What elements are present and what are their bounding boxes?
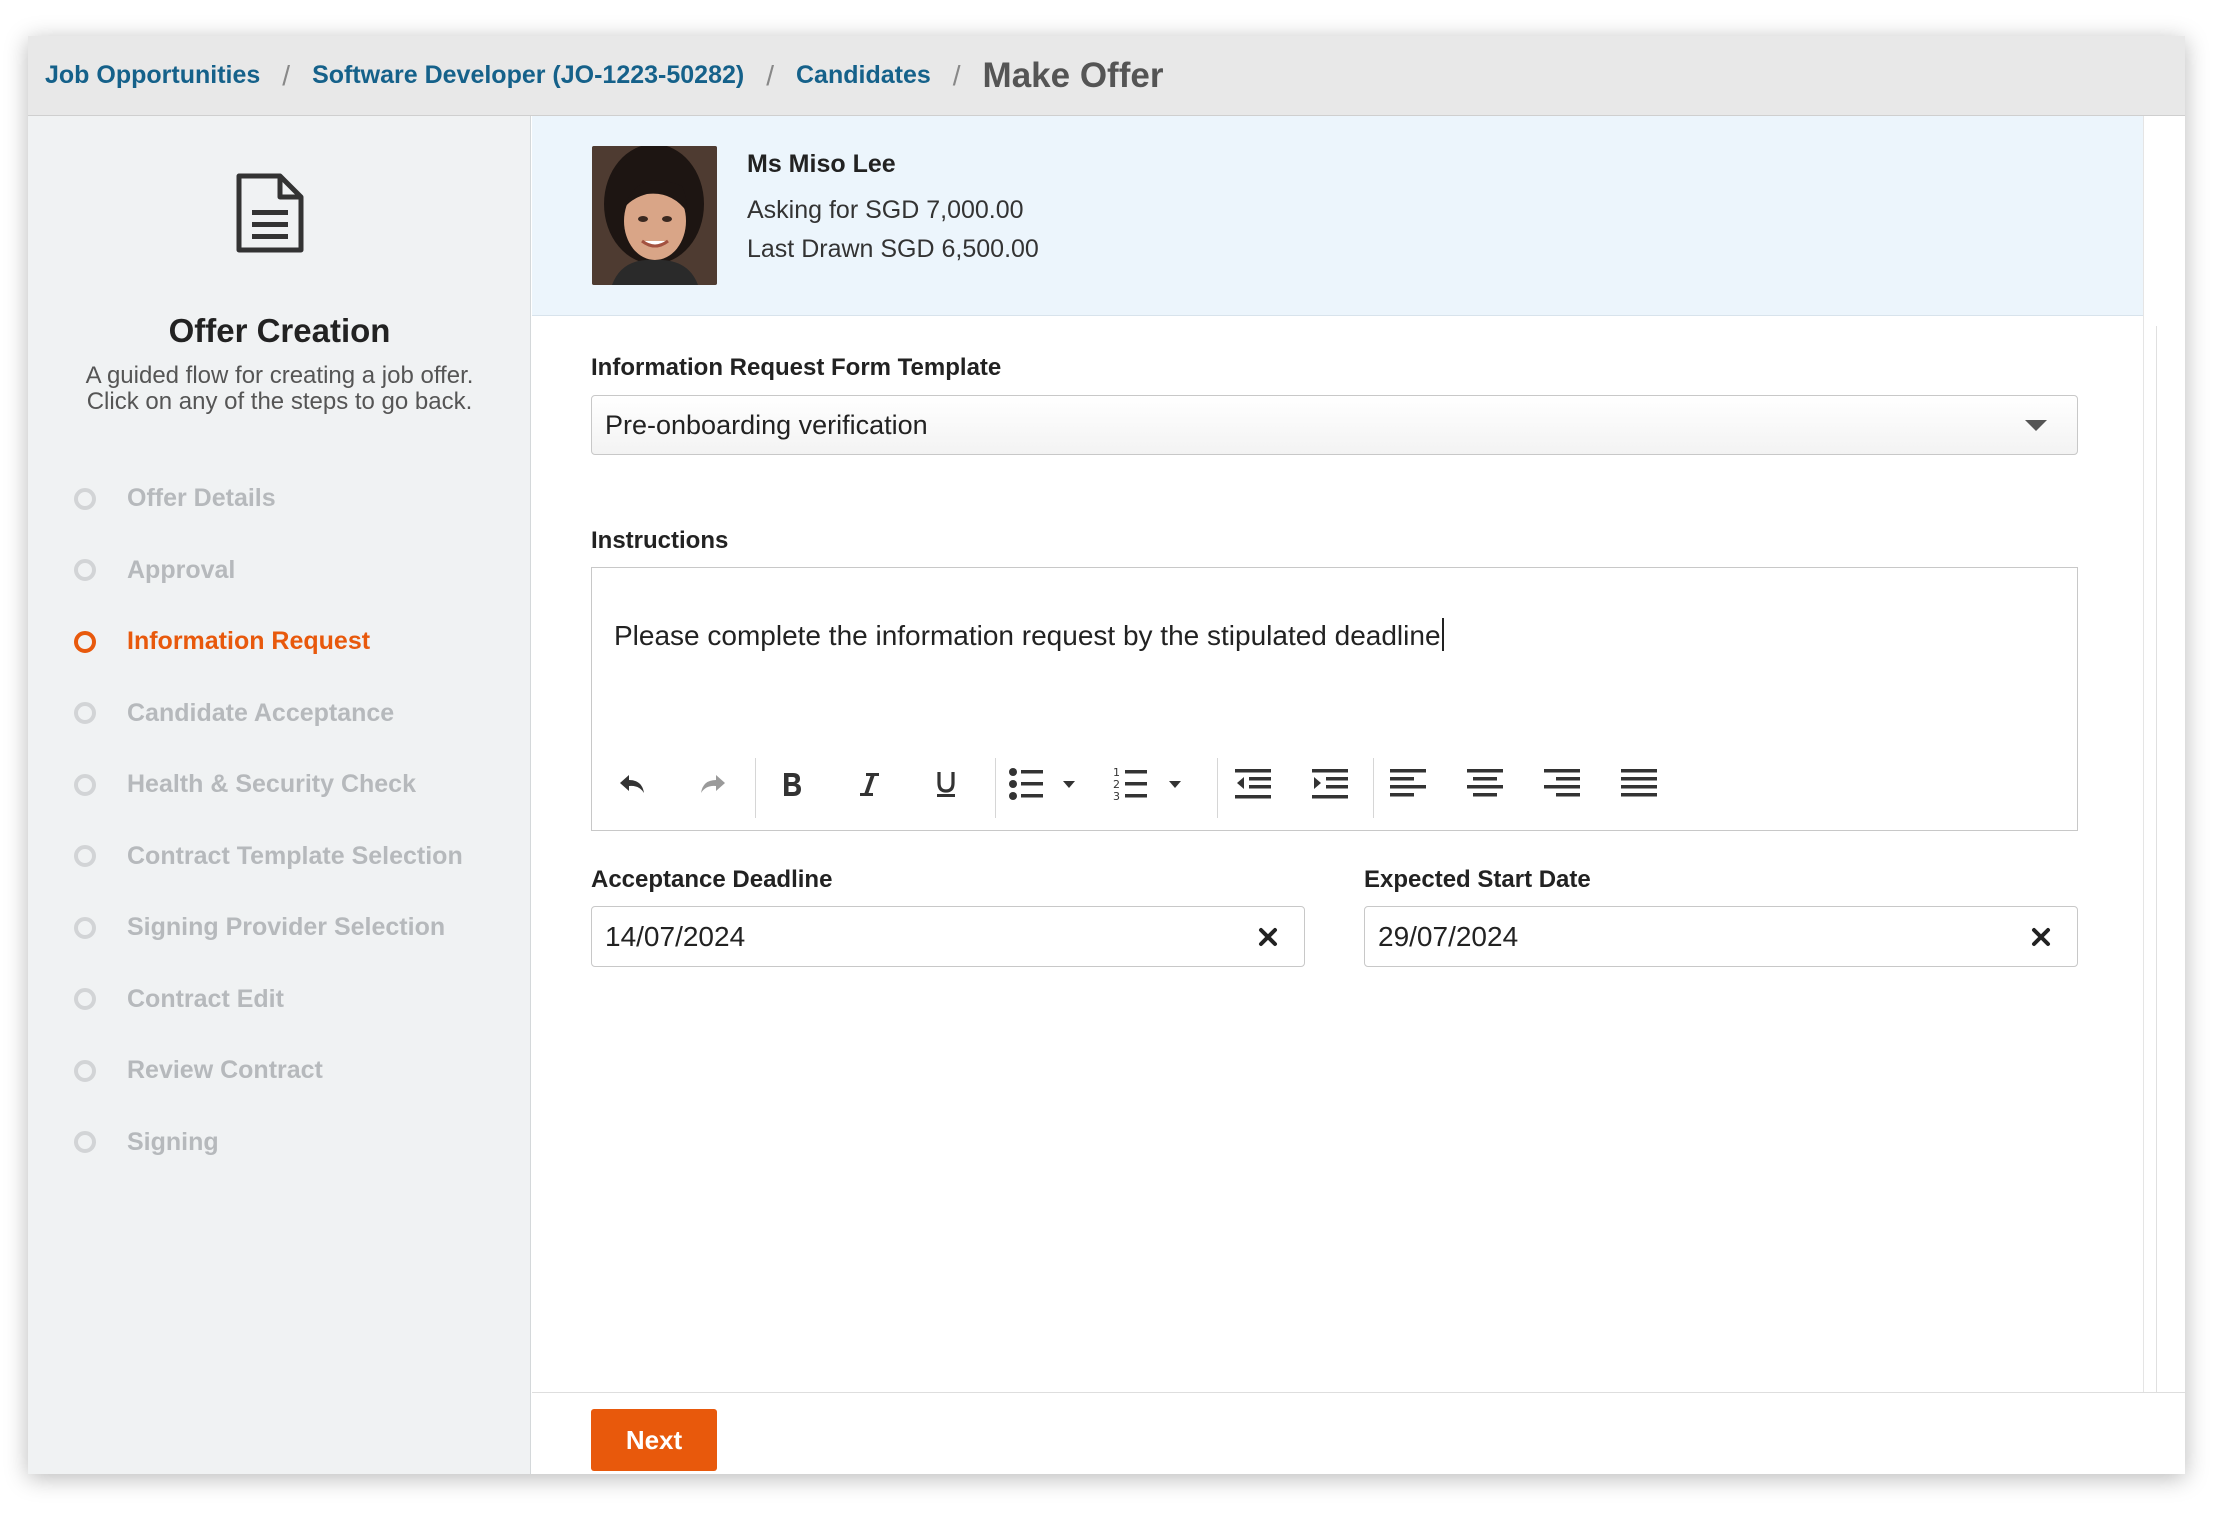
template-select-value: Pre-onboarding verification	[605, 409, 928, 440]
expected-start-date-value: 29/07/2024	[1378, 920, 1519, 952]
align-left-icon[interactable]	[1384, 760, 1432, 808]
editor-toolbar: 123	[592, 748, 2077, 820]
breadcrumb-candidates[interactable]: Candidates	[796, 61, 931, 90]
instructions-text-content: Please complete the information request …	[614, 620, 1441, 651]
indent-icon[interactable]	[1306, 760, 1354, 808]
template-select[interactable]: Pre-onboarding verification	[591, 395, 2078, 455]
sidebar-title: Offer Creation	[168, 312, 391, 349]
toolbar-separator	[995, 758, 996, 818]
toolbar-separator	[1373, 758, 1374, 818]
acceptance-deadline-field[interactable]: 14/07/2024	[591, 906, 1305, 967]
instructions-editor[interactable]: Please complete the information request …	[591, 567, 2078, 831]
avatar	[592, 146, 717, 285]
breadcrumb-job[interactable]: Software Developer (JO-1223-50282)	[312, 61, 744, 90]
step-label: Signing	[127, 1127, 219, 1156]
step-contract-edit[interactable]: Contract Edit	[74, 964, 463, 1036]
align-justify-icon[interactable]	[1615, 760, 1663, 808]
step-circle-icon	[74, 988, 96, 1011]
align-center-icon[interactable]	[1461, 760, 1509, 808]
step-circle-icon	[74, 845, 96, 868]
step-offer-details[interactable]: Offer Details	[74, 463, 463, 535]
breadcrumb: Job Opportunities / Software Developer (…	[28, 36, 2185, 116]
toolbar-separator	[755, 758, 756, 818]
candidate-name: Ms Miso Lee	[747, 150, 896, 178]
expected-start-date-field[interactable]: 29/07/2024	[1364, 906, 2078, 967]
step-circle-icon	[74, 487, 96, 510]
step-circle-icon	[74, 702, 96, 725]
step-label: Signing Provider Selection	[127, 913, 446, 942]
candidate-profile: Ms Miso Lee Asking for SGD 7,000.00 Last…	[532, 116, 2177, 316]
step-label: Approval	[127, 555, 236, 584]
numbered-list-icon[interactable]: 123	[1112, 760, 1192, 808]
step-list: Offer Details Approval Information Reque…	[74, 463, 463, 1178]
page-title: Make Offer	[982, 55, 1164, 95]
step-approval[interactable]: Approval	[74, 535, 463, 607]
template-label: Information Request Form Template	[591, 354, 1002, 381]
text-cursor	[1441, 618, 1444, 651]
align-right-icon[interactable]	[1538, 760, 1586, 808]
step-label: Health & Security Check	[127, 770, 416, 799]
breadcrumb-separator: /	[766, 59, 774, 91]
step-label: Contract Edit	[127, 984, 284, 1013]
app-window: Job Opportunities / Software Developer (…	[28, 36, 2185, 1474]
document-icon	[236, 173, 304, 253]
step-label: Review Contract	[127, 1056, 323, 1085]
step-signing-provider-selection[interactable]: Signing Provider Selection	[74, 892, 463, 964]
step-information-request[interactable]: Information Request	[74, 606, 463, 678]
breadcrumb-separator: /	[282, 59, 291, 91]
breadcrumb-job-opportunities[interactable]: Job Opportunities	[45, 61, 260, 90]
step-review-contract[interactable]: Review Contract	[74, 1035, 463, 1107]
sidebar-description: A guided flow for creating a job offer. …	[85, 362, 474, 415]
candidate-last-drawn-salary: Last Drawn SGD 6,500.00	[747, 235, 1039, 263]
clear-icon[interactable]	[1256, 925, 1280, 949]
main-panel: Ms Miso Lee Asking for SGD 7,000.00 Last…	[532, 116, 2185, 1474]
outdent-icon[interactable]	[1229, 760, 1277, 808]
step-circle-icon	[74, 1059, 96, 1082]
undo-icon[interactable]	[608, 760, 656, 808]
redo-icon[interactable]	[689, 760, 737, 808]
italic-icon[interactable]	[845, 760, 893, 808]
instructions-text[interactable]: Please complete the information request …	[614, 618, 1444, 652]
step-signing[interactable]: Signing	[74, 1107, 463, 1179]
toolbar-separator	[1217, 758, 1218, 818]
step-circle-icon	[74, 773, 96, 796]
instructions-label: Instructions	[591, 527, 729, 554]
next-button[interactable]: Next	[591, 1409, 717, 1471]
sidebar: Offer Creation A guided flow for creatin…	[28, 116, 531, 1474]
acceptance-deadline-label: Acceptance Deadline	[591, 866, 833, 893]
acceptance-deadline-value: 14/07/2024	[605, 920, 746, 952]
step-label: Candidate Acceptance	[127, 698, 395, 727]
bullet-list-icon[interactable]	[1006, 760, 1086, 808]
step-label: Offer Details	[127, 484, 276, 513]
step-circle-icon	[74, 559, 96, 582]
step-candidate-acceptance[interactable]: Candidate Acceptance	[74, 678, 463, 750]
step-label: Contract Template Selection	[127, 841, 463, 870]
step-health-security-check[interactable]: Health & Security Check	[74, 749, 463, 821]
scrollbar-track-line	[2156, 326, 2157, 1392]
candidate-asking-salary: Asking for SGD 7,000.00	[747, 196, 1024, 224]
chevron-down-icon	[2025, 420, 2047, 431]
step-label: Information Request	[127, 627, 371, 656]
step-circle-icon	[74, 630, 96, 653]
vertical-scrollbar[interactable]	[2143, 116, 2185, 1392]
step-contract-template-selection[interactable]: Contract Template Selection	[74, 821, 463, 893]
expected-start-date-label: Expected Start Date	[1364, 866, 1591, 893]
breadcrumb-separator: /	[952, 59, 961, 91]
svg-text:3: 3	[1113, 790, 1120, 803]
step-circle-icon	[74, 916, 96, 939]
footer-bar: Next	[532, 1392, 2185, 1474]
bold-icon[interactable]	[767, 760, 815, 808]
clear-icon[interactable]	[2029, 925, 2053, 949]
underline-icon[interactable]	[922, 760, 970, 808]
step-circle-icon	[74, 1131, 96, 1154]
